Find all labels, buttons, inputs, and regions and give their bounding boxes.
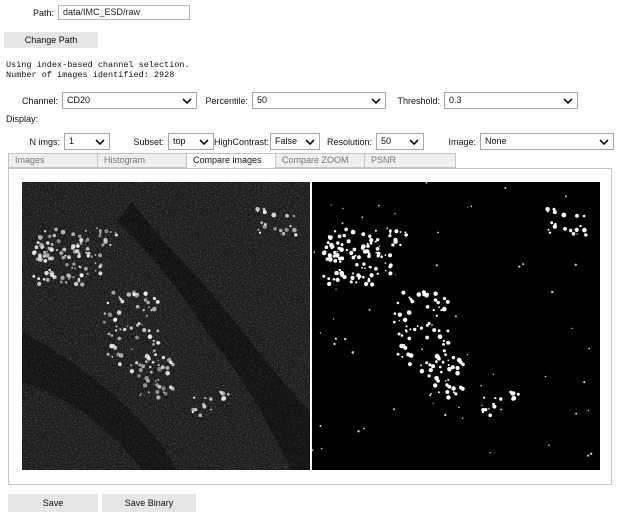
subset-label: Subset: bbox=[133, 137, 164, 147]
chevron-down-icon bbox=[371, 97, 381, 104]
path-label: Path: bbox=[32, 8, 54, 18]
info-line-2: Number of images identified: 2928 bbox=[6, 70, 175, 80]
high-contrast-value: False bbox=[275, 136, 298, 146]
n-imgs-label: N imgs: bbox=[29, 137, 60, 147]
info-line-1: Using index-based channel selection. bbox=[6, 60, 190, 70]
original-image bbox=[22, 182, 310, 470]
tab-bar: Images Histogram Compare images Compare … bbox=[8, 153, 612, 169]
tab-compare-images[interactable]: Compare images bbox=[186, 153, 276, 169]
change-path-button[interactable]: Change Path bbox=[4, 32, 98, 48]
save-binary-button[interactable]: Save Binary bbox=[102, 494, 196, 512]
chevron-down-icon bbox=[305, 138, 315, 145]
channel-select[interactable]: CD20 bbox=[62, 92, 197, 109]
n-imgs-value: 1 bbox=[69, 136, 75, 146]
tab-psnr[interactable]: PSNR bbox=[364, 153, 456, 168]
chevron-down-icon bbox=[199, 138, 209, 145]
threshold-label: Threshold: bbox=[397, 96, 440, 106]
image-value: None bbox=[485, 136, 507, 146]
tab-histogram[interactable]: Histogram bbox=[97, 153, 187, 168]
high-contrast-label: HighContrast: bbox=[214, 137, 270, 147]
channel-label: Channel: bbox=[21, 96, 58, 106]
channel-value: CD20 bbox=[67, 95, 91, 105]
threshold-value: 0.3 bbox=[449, 95, 462, 105]
save-button[interactable]: Save bbox=[8, 494, 98, 512]
tab-images[interactable]: Images bbox=[8, 153, 98, 168]
image-label: Image: bbox=[448, 137, 476, 147]
subset-value: top bbox=[173, 136, 186, 146]
image-select[interactable]: None bbox=[480, 133, 614, 150]
display-label: Display: bbox=[6, 114, 39, 124]
chevron-down-icon bbox=[182, 97, 192, 104]
subset-select[interactable]: top bbox=[168, 133, 214, 150]
tab-compare-zoom[interactable]: Compare ZOOM bbox=[275, 153, 365, 168]
chevron-down-icon bbox=[95, 138, 105, 145]
threshold-select[interactable]: 0.3 bbox=[444, 92, 578, 109]
path-input[interactable]: data/IMC_ESD/raw bbox=[58, 5, 190, 20]
high-contrast-select[interactable]: False bbox=[270, 133, 320, 150]
chevron-down-icon bbox=[599, 138, 609, 145]
resolution-value: 50 bbox=[381, 136, 392, 146]
n-imgs-select[interactable]: 1 bbox=[64, 133, 110, 150]
percentile-value: 50 bbox=[257, 95, 268, 105]
resolution-label: Resolution: bbox=[326, 137, 372, 147]
binary-image bbox=[312, 182, 600, 470]
resolution-select[interactable]: 50 bbox=[376, 133, 424, 150]
percentile-select[interactable]: 50 bbox=[252, 92, 386, 109]
percentile-label: Percentile: bbox=[205, 96, 248, 106]
chevron-down-icon bbox=[409, 138, 419, 145]
chevron-down-icon bbox=[563, 97, 573, 104]
